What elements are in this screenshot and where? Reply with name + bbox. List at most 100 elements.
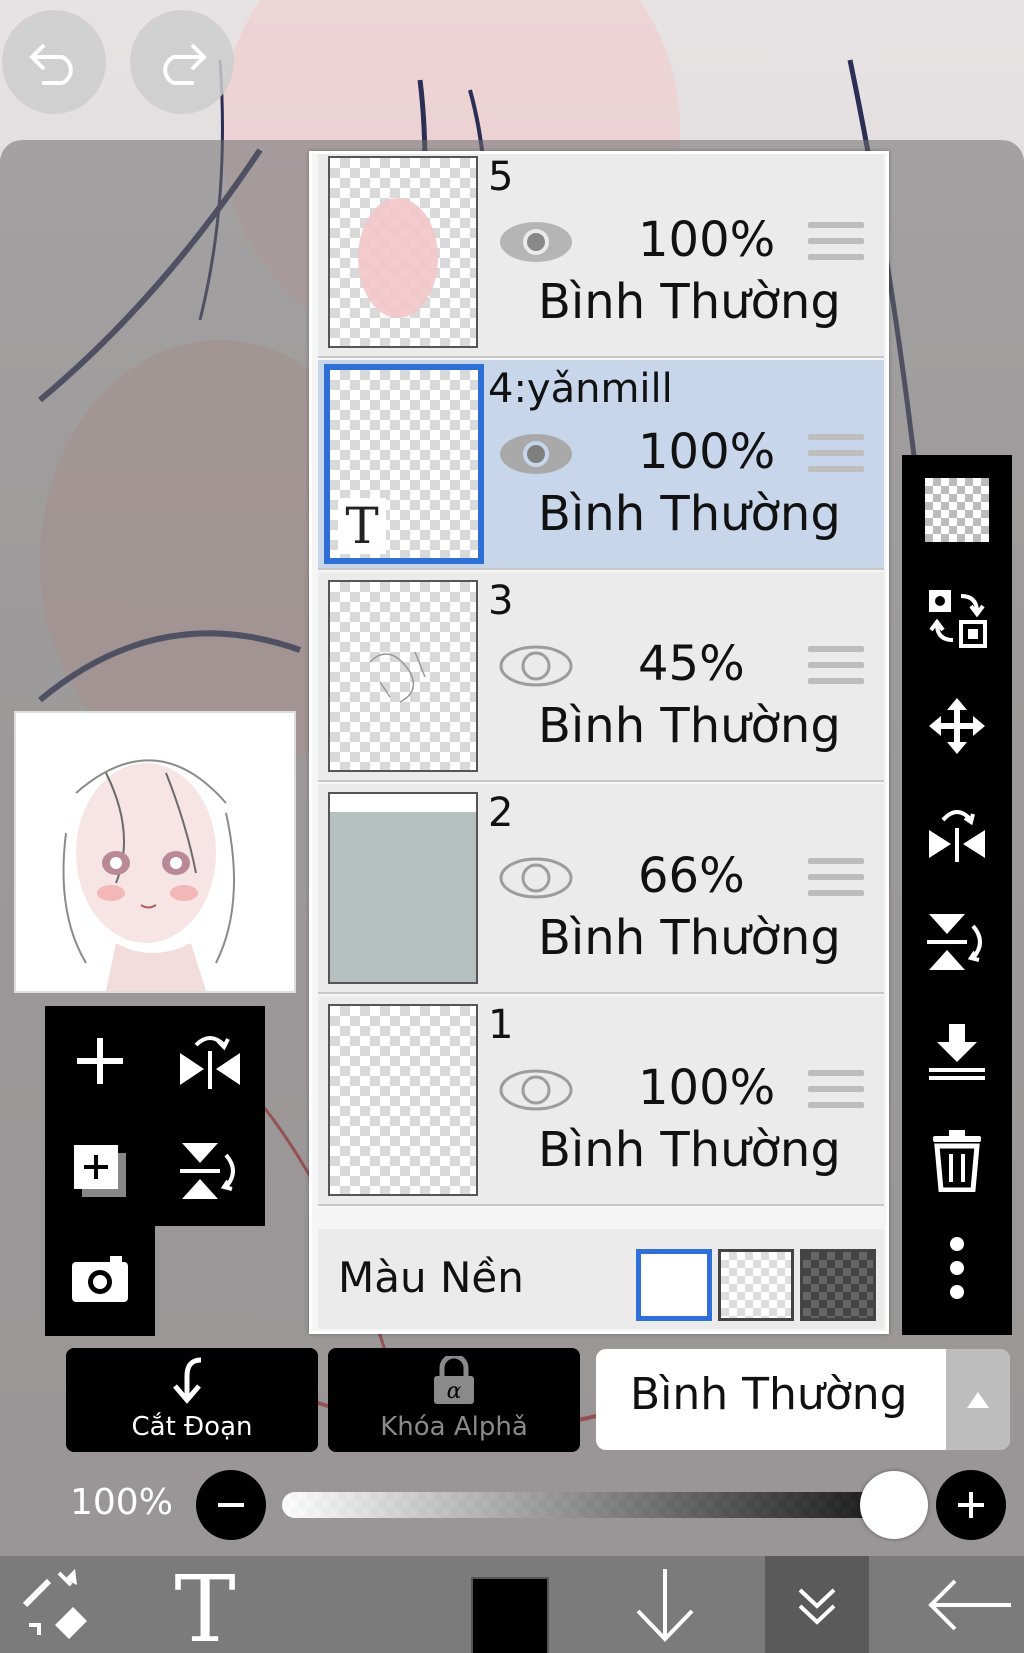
color-swatch	[471, 1576, 549, 1653]
flip-vertical-icon	[927, 914, 982, 970]
layer-name: 4:yǎnmill	[488, 366, 673, 412]
plus-icon	[958, 1492, 984, 1518]
visibility-eye-icon[interactable]	[498, 642, 574, 690]
background-color-label: Màu Nền	[338, 1253, 524, 1302]
clipping-icon	[173, 1357, 202, 1404]
trash-icon	[933, 1130, 981, 1192]
brush-eraser-icon	[22, 1568, 87, 1639]
double-chevron-down-icon	[798, 1588, 836, 1625]
brush-eraser-button[interactable]	[10, 1556, 100, 1653]
visibility-eye-icon[interactable]	[498, 1066, 574, 1114]
alpha-lock-button[interactable]: α Khóa Alphǎ	[328, 1348, 580, 1452]
layer-blend-mode: Bình Thường	[538, 910, 841, 966]
drag-handle-icon[interactable]	[808, 1070, 864, 1114]
dropdown-arrow-button[interactable]	[946, 1349, 1010, 1450]
alpha-lock-label: Khóa Alphǎ	[380, 1412, 528, 1442]
layer-opacity: 45%	[638, 636, 745, 692]
transfer-layer-icon	[929, 590, 987, 648]
text-layer-marker: T	[338, 498, 386, 554]
canvas-preview[interactable]	[14, 711, 296, 993]
opacity-increase-button[interactable]	[936, 1470, 1006, 1540]
collapse-panel-button[interactable]	[765, 1556, 869, 1653]
redo-icon	[163, 43, 207, 85]
visibility-eye-icon[interactable]	[498, 218, 574, 266]
primary-color-button[interactable]	[470, 1556, 550, 1653]
layer-blend-mode: Bình Thường	[538, 698, 841, 754]
layer-thumbnail	[328, 580, 478, 772]
undo-icon	[29, 43, 73, 85]
undo-button[interactable]	[2, 10, 106, 114]
minus-icon	[218, 1503, 244, 1507]
merge-down-icon	[929, 1024, 985, 1080]
layers-panel: 5 100% Bình Thường T 4:yǎnmill 100% Bình…	[309, 151, 889, 1334]
flip-horizontal-icon	[929, 810, 985, 862]
flip-rotate-vertical-icon	[180, 1143, 235, 1199]
drag-handle-icon[interactable]	[808, 222, 864, 266]
layer-row-1[interactable]: 1 100% Bình Thường	[318, 996, 884, 1206]
bg-swatch-transparent[interactable]	[718, 1249, 794, 1321]
redo-button[interactable]	[130, 10, 234, 114]
layer-name: 1	[488, 1002, 514, 1048]
opacity-slider[interactable]	[282, 1492, 894, 1518]
add-layer-button[interactable]	[55, 1016, 145, 1106]
layer-thumbnail: T	[324, 364, 484, 564]
layer-blend-mode: Bình Thường	[538, 274, 841, 330]
drag-handle-icon[interactable]	[808, 858, 864, 902]
bg-swatch-dark-checker[interactable]	[800, 1249, 876, 1321]
layer-arrow-down-button[interactable]	[620, 1556, 710, 1653]
camera-button[interactable]	[55, 1234, 145, 1324]
camera-icon	[72, 1256, 128, 1302]
transparency-checker-button[interactable]	[920, 473, 994, 547]
layer-name: 3	[488, 578, 514, 624]
visibility-eye-icon[interactable]	[498, 854, 574, 902]
layer-thumbnail	[328, 156, 478, 348]
arrow-down-icon	[636, 1568, 694, 1642]
drag-handle-icon[interactable]	[808, 646, 864, 690]
layer-row-4[interactable]: T 4:yǎnmill 100% Bình Thường	[318, 360, 884, 570]
layer-opacity: 100%	[638, 1060, 776, 1116]
rotate-flip-icon	[180, 1036, 240, 1089]
move-button[interactable]	[920, 689, 994, 763]
layer-row-5[interactable]: 5 100% Bình Thường	[318, 154, 884, 358]
transfer-layer-button[interactable]	[920, 581, 994, 655]
triangle-up-icon	[967, 1391, 989, 1408]
layer-row-3[interactable]: 3 45% Bình Thường	[318, 572, 884, 782]
flip-horizontal-button[interactable]	[920, 797, 994, 871]
layer-name: 2	[488, 790, 514, 836]
lock-icon: α	[434, 1356, 474, 1404]
merge-down-button[interactable]	[920, 1015, 994, 1089]
clipping-label: Cắt Đoạn	[131, 1412, 253, 1442]
duplicate-layer-button[interactable]	[55, 1126, 145, 1216]
bg-swatch-white[interactable]	[636, 1249, 712, 1321]
clipping-button[interactable]: Cắt Đoạn	[66, 1348, 318, 1452]
layer-row-2[interactable]: 2 66% Bình Thường	[318, 784, 884, 994]
more-options-button[interactable]	[920, 1231, 994, 1305]
back-arrow-icon	[928, 1579, 1011, 1630]
layer-tools-toolbar	[45, 1006, 265, 1336]
opacity-slider-knob[interactable]	[860, 1471, 928, 1539]
layer-actions-toolbar	[902, 455, 1012, 1335]
svg-text:α: α	[447, 1379, 462, 1404]
flip-rotate-vertical-button[interactable]	[165, 1126, 255, 1216]
drag-handle-icon[interactable]	[808, 434, 864, 478]
back-button[interactable]	[920, 1556, 1020, 1653]
transparency-checker-icon	[925, 478, 989, 542]
layer-opacity: 66%	[638, 848, 745, 904]
layer-blend-mode: Bình Thường	[538, 486, 841, 542]
text-tool-button[interactable]: T	[160, 1556, 250, 1653]
flip-vertical-button[interactable]	[920, 905, 994, 979]
add-layer-icon	[77, 1038, 123, 1084]
svg-text:T: T	[174, 1565, 235, 1645]
duplicate-layer-icon	[74, 1145, 126, 1197]
layer-blend-mode: Bình Thường	[538, 1122, 841, 1178]
layer-opacity: 100%	[638, 424, 776, 480]
visibility-eye-icon[interactable]	[498, 430, 574, 478]
blend-mode-dropdown[interactable]: Bình Thường	[596, 1349, 1010, 1450]
blend-mode-value: Bình Thường	[630, 1369, 908, 1420]
opacity-decrease-button[interactable]	[196, 1470, 266, 1540]
layer-name: 5	[488, 154, 514, 200]
more-vertical-icon	[950, 1237, 964, 1299]
move-icon	[929, 698, 985, 754]
rotate-flip-button[interactable]	[165, 1016, 255, 1106]
delete-layer-button[interactable]	[920, 1123, 994, 1197]
